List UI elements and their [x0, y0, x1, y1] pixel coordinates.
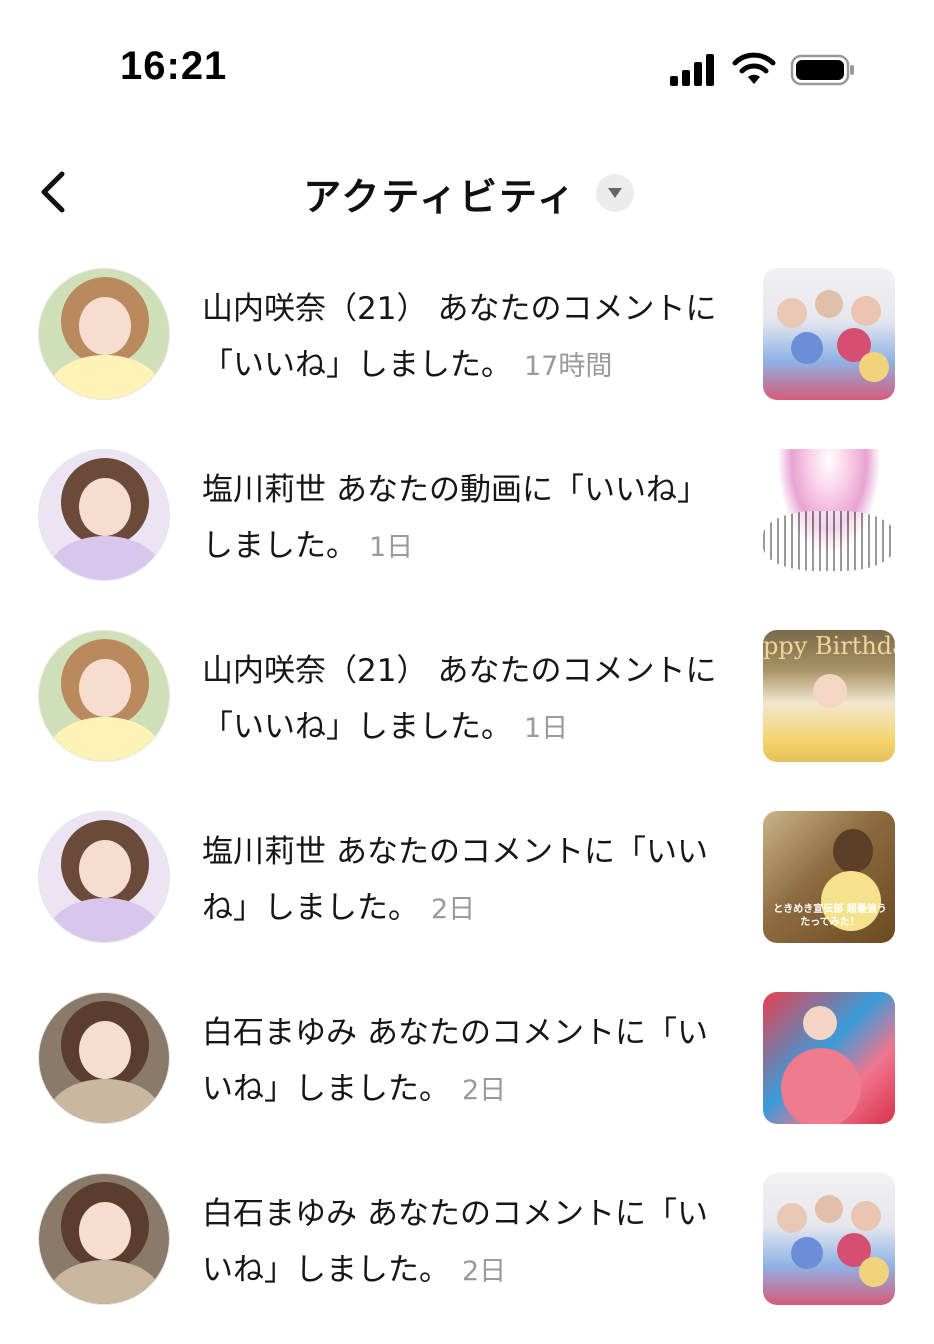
time-ago: 2日	[462, 1075, 507, 1106]
activity-row[interactable]: 塩川莉世 あなたの動画に「いいね」しました。 1日	[0, 436, 934, 617]
activity-row[interactable]: 山内咲奈（21） あなたのコメントに「いいね」しました。 1日 ppy Birthda	[0, 617, 934, 798]
avatar[interactable]	[38, 992, 170, 1124]
time-ago: 17時間	[524, 351, 613, 382]
activity-text: 山内咲奈（21） あなたのコメントに「いいね」しました。 17時間	[202, 281, 722, 395]
nav-bar: アクティビティ	[0, 150, 934, 240]
signal-icon	[670, 54, 714, 86]
user-name[interactable]: 山内咲奈（21）	[202, 653, 427, 689]
thumbnail-text: ときめき宣伝部 超最強うたってみた！	[773, 904, 887, 928]
user-name[interactable]: 白石まゆみ	[202, 1015, 357, 1051]
status-time: 16:21	[120, 44, 228, 88]
user-name[interactable]: 山内咲奈（21）	[202, 291, 427, 327]
avatar[interactable]	[38, 1173, 170, 1305]
video-thumbnail[interactable]	[763, 992, 895, 1124]
activity-list: 山内咲奈（21） あなたのコメントに「いいね」しました。 17時間 塩川莉世 あなたの動…	[0, 255, 934, 1341]
wifi-icon	[732, 52, 776, 84]
video-thumbnail[interactable]: ppy Birthda	[763, 630, 895, 762]
avatar[interactable]	[38, 811, 170, 943]
user-name[interactable]: 塩川莉世	[202, 834, 326, 870]
activity-text: 塩川莉世 あなたの動画に「いいね」しました。 1日	[202, 462, 722, 576]
time-ago: 2日	[462, 1256, 507, 1287]
activity-text: 塩川莉世 あなたのコメントに「いいね」しました。 2日	[202, 824, 722, 938]
avatar[interactable]	[38, 268, 170, 400]
time-ago: 1日	[369, 532, 414, 563]
status-bar: 16:21	[0, 0, 934, 120]
caret-down-icon	[608, 188, 622, 198]
avatar[interactable]	[38, 630, 170, 762]
video-thumbnail[interactable]	[763, 268, 895, 400]
time-ago: 2日	[431, 894, 476, 925]
activity-row[interactable]: 山内咲奈（21） あなたのコメントに「いいね」しました。 17時間	[0, 255, 934, 436]
video-thumbnail[interactable]	[763, 449, 895, 581]
avatar[interactable]	[38, 449, 170, 581]
activity-text: 山内咲奈（21） あなたのコメントに「いいね」しました。 1日	[202, 643, 722, 757]
video-thumbnail[interactable]: ときめき宣伝部 超最強うたってみた！	[763, 811, 895, 943]
video-thumbnail[interactable]	[763, 1173, 895, 1305]
page-title: アクティビティ	[303, 175, 577, 219]
activity-row[interactable]: 白石まゆみ あなたのコメントに「いいね」しました。 2日	[0, 1160, 934, 1341]
user-name[interactable]: 白石まゆみ	[202, 1196, 357, 1232]
thumbnail-text: ppy Birthda	[763, 632, 895, 660]
activity-text: 白石まゆみ あなたのコメントに「いいね」しました。 2日	[202, 1186, 722, 1300]
battery-icon	[790, 54, 854, 86]
activity-text: 白石まゆみ あなたのコメントに「いいね」しました。 2日	[202, 1005, 722, 1119]
activity-row[interactable]: 白石まゆみ あなたのコメントに「いいね」しました。 2日	[0, 979, 934, 1160]
activity-row[interactable]: 塩川莉世 あなたのコメントに「いいね」しました。 2日ときめき宣伝部 超最強うたって…	[0, 798, 934, 979]
time-ago: 1日	[524, 713, 569, 744]
title-dropdown-button[interactable]	[596, 174, 634, 212]
user-name[interactable]: 塩川莉世	[202, 472, 326, 508]
